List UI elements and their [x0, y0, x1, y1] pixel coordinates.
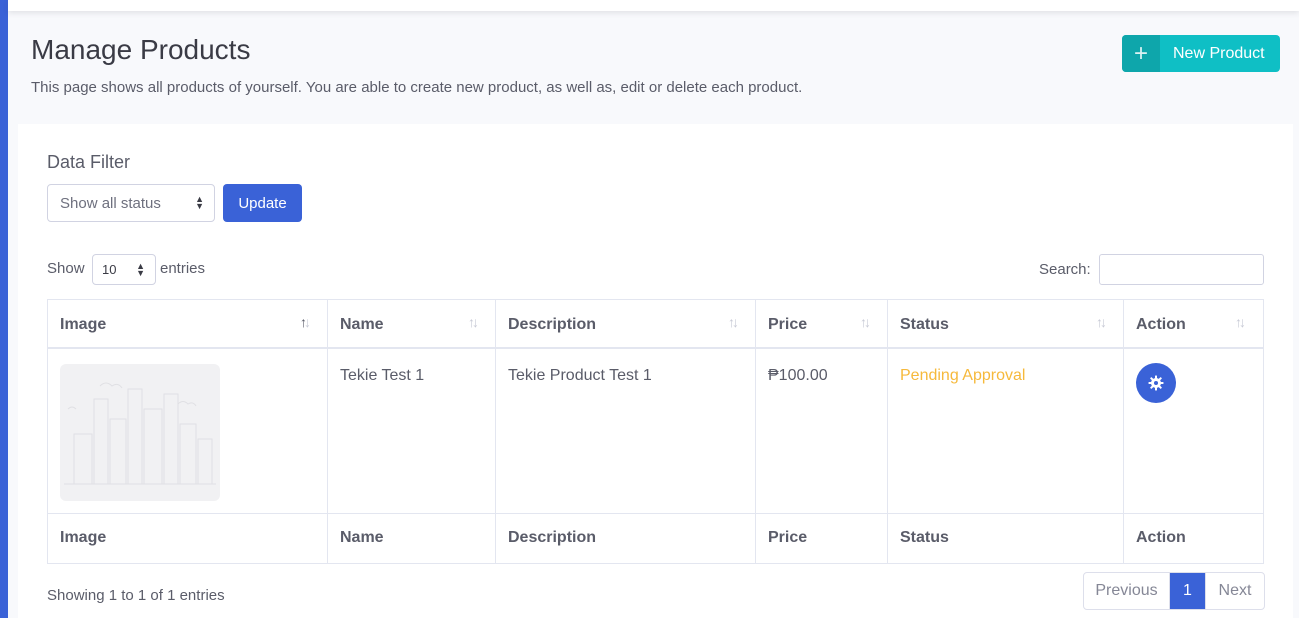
sort-icon[interactable]: ↑↓	[1235, 314, 1246, 330]
product-description: Tekie Product Test 1	[508, 367, 652, 384]
topbar	[8, 0, 1299, 11]
column-header-image[interactable]: Image	[60, 316, 106, 334]
page-1-button[interactable]: 1	[1170, 573, 1206, 609]
action-settings-button[interactable]	[1136, 363, 1176, 403]
sort-icon[interactable]: ↑↓	[728, 314, 739, 330]
data-filter-title: Data Filter	[47, 152, 131, 172]
product-image	[60, 364, 220, 501]
page-title: Manage Products	[31, 34, 251, 65]
city-illustration-icon	[64, 382, 216, 485]
select-caret-icon: ▲ ▼	[195, 194, 204, 211]
column-header-price[interactable]: Price	[768, 316, 807, 334]
sort-icon[interactable]: ↑↓	[860, 314, 871, 330]
status-badge: Pending Approval	[900, 367, 1026, 384]
update-button[interactable]: Update	[223, 184, 302, 222]
products-table: Image ↑↓ Name ↑↓ Description ↑↓ Price ↑↓…	[47, 299, 1264, 564]
table-footer-row: Image Name Description Price Status Acti…	[48, 514, 1263, 563]
entries-label: entries	[160, 260, 206, 277]
previous-page-button[interactable]: Previous	[1084, 573, 1170, 609]
footer-header-image: Image	[60, 529, 107, 546]
select-caret-icon: ▲ ▼	[136, 260, 145, 278]
page-description: This page shows all products of yourself…	[31, 79, 803, 96]
products-card: Data Filter Show all status ▲ ▼ Update Sh…	[18, 124, 1293, 618]
status-filter-select[interactable]: Show all status ▲ ▼	[47, 184, 215, 222]
product-price: ₱100.00	[768, 367, 828, 384]
plus-icon: +	[1122, 35, 1160, 72]
footer-header-name: Name	[340, 529, 384, 546]
column-header-name[interactable]: Name	[340, 316, 384, 334]
table-row: Tekie Test 1 Tekie Product Test 1 ₱100.0…	[48, 351, 1263, 514]
column-header-description[interactable]: Description	[508, 316, 596, 334]
entries-length-select[interactable]: 10 ▲ ▼	[92, 254, 156, 285]
gear-icon	[1148, 375, 1164, 391]
search-input[interactable]	[1099, 254, 1264, 285]
footer-header-description: Description	[508, 529, 597, 546]
pagination: Previous 1 Next	[1083, 572, 1265, 610]
footer-header-status: Status	[900, 529, 949, 546]
footer-header-action: Action	[1136, 529, 1186, 546]
next-page-button[interactable]: Next	[1206, 573, 1264, 609]
status-filter-value: Show all status	[60, 195, 161, 212]
column-header-status[interactable]: Status	[900, 316, 949, 334]
table-info: Showing 1 to 1 of 1 entries	[47, 587, 225, 604]
column-header-action[interactable]: Action	[1136, 316, 1186, 334]
sort-icon[interactable]: ↑↓	[468, 314, 479, 330]
sidebar-edge	[0, 0, 8, 618]
new-product-label: New Product	[1173, 44, 1265, 62]
new-product-button[interactable]: + New Product	[1122, 35, 1280, 72]
sort-icon[interactable]: ↑↓	[300, 314, 311, 330]
footer-header-price: Price	[768, 529, 808, 546]
search-label: Search:	[1039, 261, 1091, 278]
sort-icon[interactable]: ↑↓	[1096, 314, 1107, 330]
show-label: Show	[47, 260, 85, 277]
product-name: Tekie Test 1	[340, 367, 425, 384]
entries-length-value: 10	[102, 262, 117, 277]
table-header-row: Image ↑↓ Name ↑↓ Description ↑↓ Price ↑↓…	[48, 300, 1263, 349]
